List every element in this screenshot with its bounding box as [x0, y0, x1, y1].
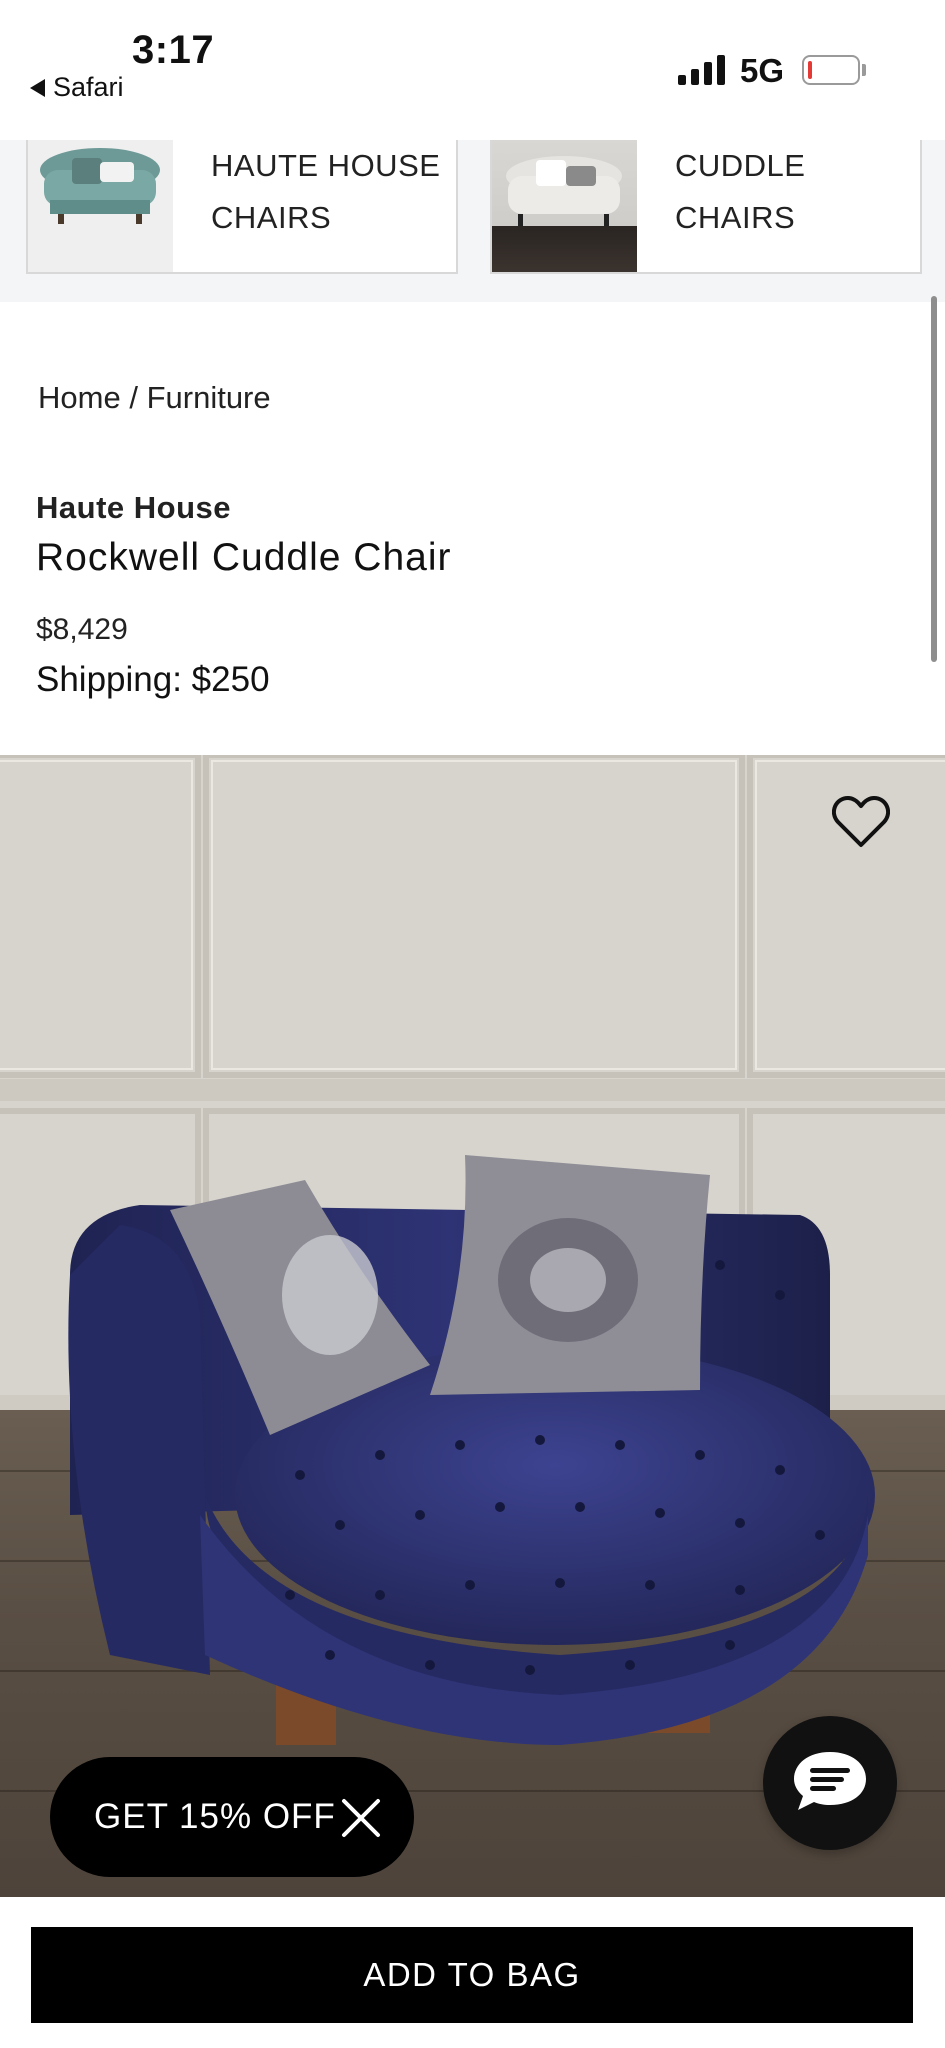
back-arrow-icon — [30, 78, 45, 97]
category-label: HAUTE HOUSE — [211, 148, 441, 183]
status-bar: 3:17 Safari 5G — [0, 0, 945, 140]
category-strip: HAUTE HOUSE CHAIRS CUDDLE CHAIRS — [0, 140, 945, 302]
category-label: CUDDLE — [675, 148, 806, 183]
category-label: CHAIRS — [675, 200, 796, 235]
product-title: Rockwell Cuddle Chair — [36, 536, 452, 579]
cellular-signal-icon — [678, 55, 725, 85]
favorite-heart-button[interactable] — [832, 795, 890, 849]
back-to-safari-link[interactable]: Safari — [30, 72, 124, 103]
promo-label: GET 15% OFF — [94, 1797, 336, 1836]
add-to-bag-button[interactable]: ADD TO BAG — [31, 1927, 913, 2023]
product-price: $8,429 — [36, 613, 128, 646]
breadcrumb-furniture-link[interactable]: Furniture — [147, 380, 271, 415]
chat-bubble-icon — [794, 1752, 866, 1810]
category-card-cuddle-chairs[interactable]: CUDDLE CHAIRS — [490, 140, 922, 274]
scroll-indicator[interactable] — [931, 296, 937, 662]
category-label: CHAIRS — [211, 200, 332, 235]
battery-tip — [862, 64, 866, 76]
breadcrumb-home-link[interactable]: Home — [38, 380, 121, 415]
white-cuddle-chair-thumbnail — [492, 140, 637, 272]
close-icon[interactable] — [340, 1797, 382, 1839]
category-card-haute-house-chairs[interactable]: HAUTE HOUSE CHAIRS — [26, 140, 458, 274]
status-time: 3:17 — [132, 28, 215, 72]
breadcrumb: Home / Furniture — [38, 380, 271, 416]
battery-icon — [802, 55, 860, 85]
chat-button[interactable] — [763, 1716, 897, 1850]
back-app-label: Safari — [53, 72, 124, 102]
battery-level — [808, 61, 812, 79]
teal-tufted-chair-thumbnail — [28, 140, 173, 272]
shipping-cost: Shipping: $250 — [36, 660, 270, 699]
breadcrumb-separator: / — [129, 380, 138, 415]
product-brand[interactable]: Haute House — [36, 490, 231, 526]
heart-icon — [832, 796, 890, 847]
network-type: 5G — [740, 52, 785, 89]
